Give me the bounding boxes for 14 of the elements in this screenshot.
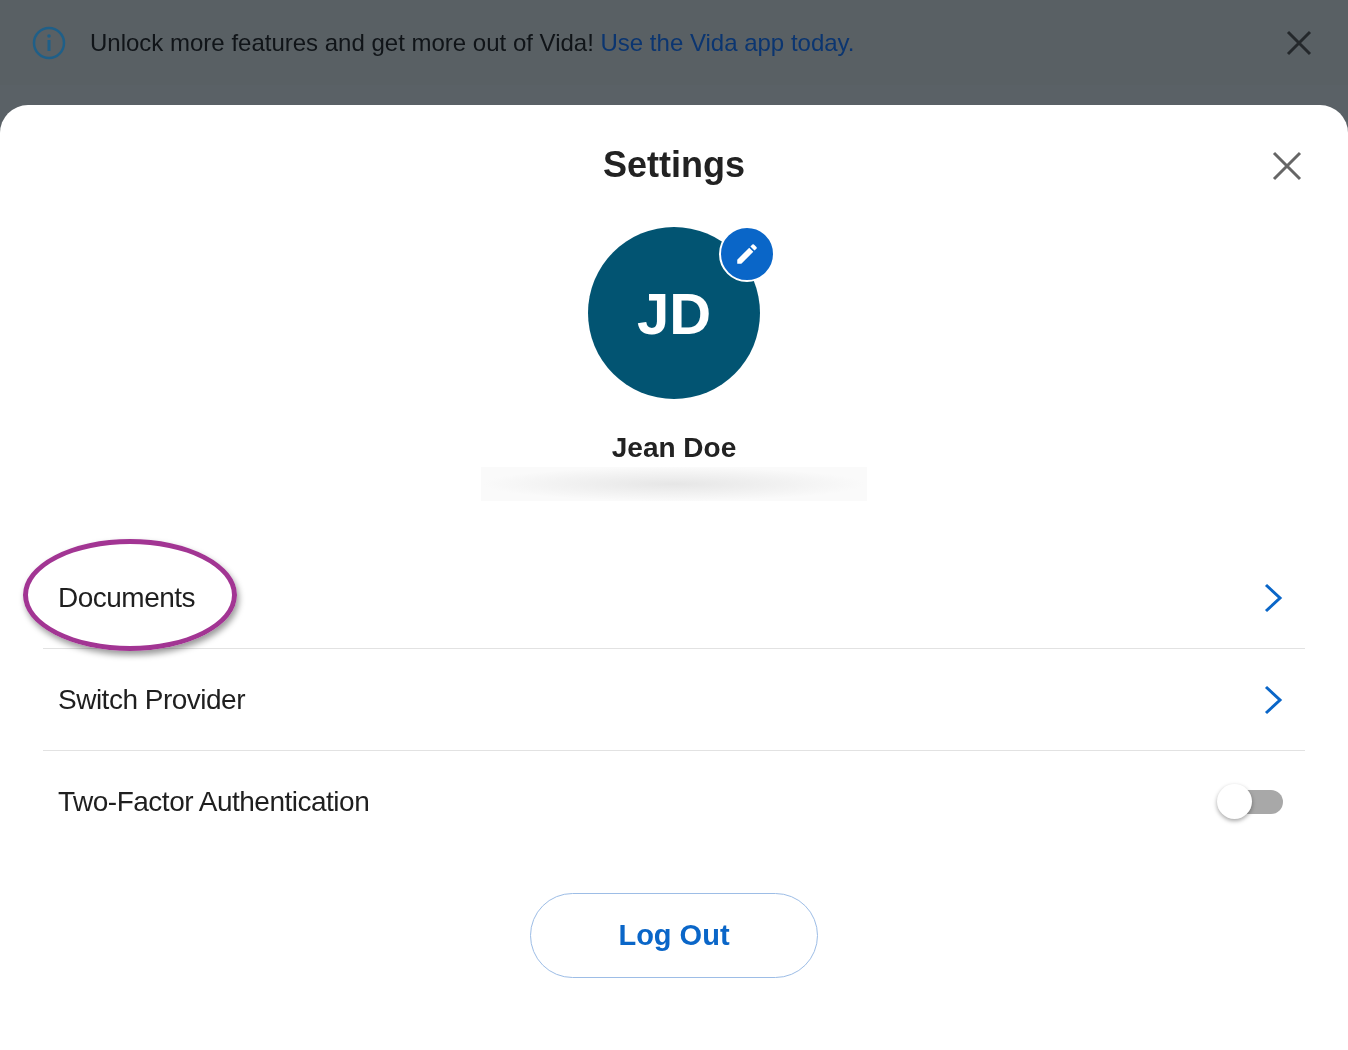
setting-label[interactable]: Switch Provider <box>58 678 245 721</box>
chevron-right-icon[interactable] <box>1263 683 1283 716</box>
user-name: Jean Doe <box>611 431 737 465</box>
close-icon[interactable] <box>1272 151 1302 181</box>
pencil-icon <box>734 241 760 267</box>
dialog-title: Settings <box>603 145 745 185</box>
banner-message: Unlock more features and get more out of Vida! Use the Vida app today. <box>90 27 855 58</box>
logout-button[interactable]: Log Out <box>530 893 818 978</box>
avatar: JD <box>588 227 760 399</box>
chevron-right-icon[interactable] <box>1263 581 1283 614</box>
setting-label[interactable]: Documents <box>58 576 196 619</box>
setting-label[interactable]: Two-Factor Authentication <box>58 781 370 823</box>
info-icon <box>32 25 66 60</box>
toggle-switch[interactable] <box>1217 784 1283 820</box>
